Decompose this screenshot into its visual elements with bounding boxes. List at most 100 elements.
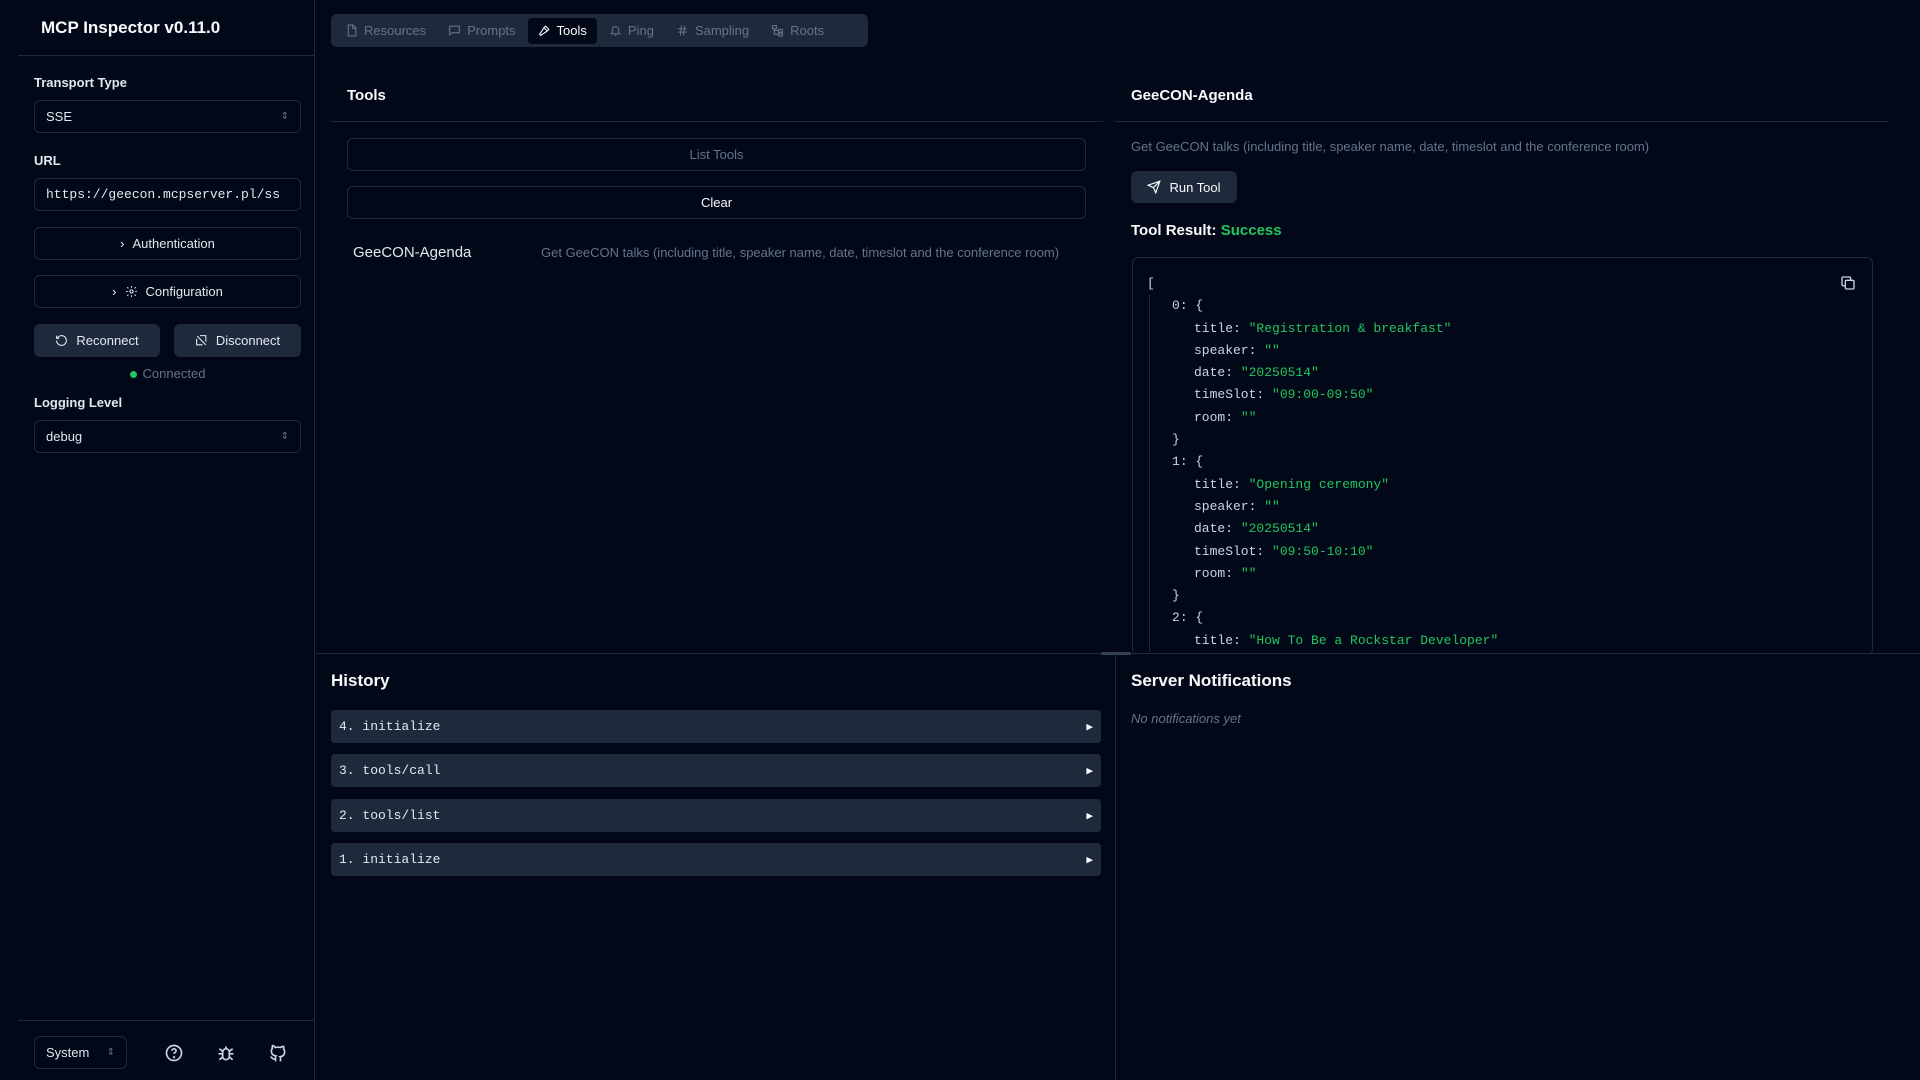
reconnect-label: Reconnect xyxy=(76,333,139,348)
tab-label: Prompts xyxy=(467,23,516,38)
disconnect-label: Disconnect xyxy=(215,333,281,348)
history-entry[interactable]: 3. tools/call ▶ xyxy=(331,754,1101,787)
result-label-text: Tool Result: xyxy=(1131,222,1217,239)
sidebar: MCP Inspector v0.11.0 Transport Type SSE… xyxy=(18,0,315,1080)
json-item: 2: { xyxy=(1149,607,1498,630)
history-entry[interactable]: 1. initialize ▶ xyxy=(331,843,1101,876)
chevron-up-down-icon: ⇕ xyxy=(106,1047,115,1058)
history-entry-label: 4. initialize xyxy=(339,719,441,734)
tool-description: Get GeeCON talks (including title, speak… xyxy=(541,245,1060,260)
tab-label: Sampling xyxy=(694,23,750,38)
copy-icon[interactable] xyxy=(1840,275,1856,291)
list-tools-button[interactable]: List Tools xyxy=(347,138,1086,171)
send-icon xyxy=(1147,180,1162,194)
hammer-icon xyxy=(538,25,550,37)
tab-label: Roots xyxy=(790,23,825,38)
github-icon[interactable] xyxy=(268,1043,288,1063)
json-bracket: } xyxy=(1149,585,1498,608)
notifications-empty-text: No notifications yet xyxy=(1131,711,1241,726)
tab-label: Resources xyxy=(364,23,427,38)
divider xyxy=(18,1020,315,1021)
transport-type-label: Transport Type xyxy=(34,75,127,90)
file-icon xyxy=(347,24,357,37)
tab-sampling[interactable]: Sampling xyxy=(666,18,759,44)
json-field: timeSlot: "09:00-09:50" xyxy=(1149,384,1498,407)
url-input[interactable]: https://geecon.mcpserver.pl/ss xyxy=(34,178,301,211)
resize-handle[interactable] xyxy=(1101,652,1131,655)
tools-panel-title: Tools xyxy=(347,87,386,104)
tab-prompts[interactable]: Prompts xyxy=(438,18,525,44)
theme-select[interactable]: System ⇕ xyxy=(34,1036,127,1069)
hash-icon xyxy=(678,25,687,36)
tab-resources[interactable]: Resources xyxy=(335,18,436,44)
divider xyxy=(1115,121,1888,122)
run-tool-label: Run Tool xyxy=(1169,179,1221,195)
connection-status: Connected xyxy=(34,366,301,381)
json-field: title: "Opening ceremony" xyxy=(1149,473,1498,496)
json-field: speaker: "" xyxy=(1149,339,1498,363)
folder-tree-icon xyxy=(772,25,784,37)
tool-name: GeeCON-Agenda xyxy=(353,244,472,261)
result-status: Success xyxy=(1220,222,1282,239)
clear-button[interactable]: Clear xyxy=(347,186,1086,219)
chevron-right-icon: › xyxy=(120,236,125,251)
tab-label: Tools xyxy=(556,23,587,38)
tab-bar: Resources Prompts Tools Ping Sampling Ro… xyxy=(331,14,868,47)
tool-detail-description: Get GeeCON talks (including title, speak… xyxy=(1131,139,1650,154)
disconnect-icon xyxy=(195,335,207,346)
json-field: room: "" xyxy=(1149,562,1498,586)
json-field: title: "Registration & breakfast" xyxy=(1149,317,1498,340)
server-notifications-title: Server Notifications xyxy=(1131,671,1292,690)
tab-tools[interactable]: Tools xyxy=(527,17,597,44)
status-text: Connected xyxy=(142,366,206,381)
history-entry[interactable]: 4. initialize ▶ xyxy=(331,710,1101,743)
logging-level-value: debug xyxy=(46,429,83,444)
url-label: URL xyxy=(34,153,61,168)
gear-icon xyxy=(125,286,137,297)
expand-arrow-icon: ▶ xyxy=(1086,721,1093,734)
reconnect-button[interactable]: Reconnect xyxy=(34,324,160,357)
history-entry-label: 3. tools/call xyxy=(339,763,441,778)
configuration-label: Configuration xyxy=(145,284,223,299)
message-icon xyxy=(449,25,461,36)
transport-type-value: SSE xyxy=(46,109,73,124)
history-entry-label: 1. initialize xyxy=(339,852,441,867)
history-entry-label: 2. tools/list xyxy=(339,808,441,823)
status-dot xyxy=(129,371,137,379)
tool-detail-title: GeeCON-Agenda xyxy=(1131,87,1253,104)
json-field: timeSlot: "09:50-10:10" xyxy=(1149,540,1498,563)
transport-type-select[interactable]: SSE ⇕ xyxy=(34,100,301,133)
chevron-up-down-icon: ⇕ xyxy=(280,110,289,122)
app-title: MCP Inspector v0.11.0 xyxy=(41,18,221,37)
bell-icon xyxy=(609,26,622,36)
disconnect-button[interactable]: Disconnect xyxy=(174,324,301,357)
tab-label: Ping xyxy=(627,23,654,38)
divider xyxy=(18,55,315,56)
json-bracket: [ xyxy=(1147,276,1155,291)
json-field: speaker: "" xyxy=(1149,495,1498,519)
tab-ping[interactable]: Ping xyxy=(599,18,664,44)
authentication-toggle[interactable]: › Authentication xyxy=(34,227,301,260)
json-item: 1: { xyxy=(1149,451,1498,474)
json-field: room: "" xyxy=(1149,406,1498,430)
logging-level-label: Logging Level xyxy=(34,395,123,410)
authentication-label: Authentication xyxy=(132,236,215,251)
tool-result-label: Tool Result: Success xyxy=(1131,222,1282,239)
history-title: History xyxy=(331,671,390,690)
json-viewer: [ 0: { title: "Registration & breakfast"… xyxy=(1147,273,1498,653)
expand-arrow-icon: ▶ xyxy=(1086,854,1093,867)
tab-roots[interactable]: Roots xyxy=(761,18,834,44)
json-field: title: "How To Be a Rockstar Developer" xyxy=(1149,629,1498,653)
json-bracket: } xyxy=(1149,429,1498,452)
bug-icon[interactable] xyxy=(216,1043,236,1063)
logging-level-select[interactable]: debug ⇕ xyxy=(34,420,301,453)
theme-value: System xyxy=(46,1045,90,1060)
expand-arrow-icon: ▶ xyxy=(1086,765,1093,778)
tool-result-box[interactable]: [ 0: { title: "Registration & breakfast"… xyxy=(1132,257,1873,655)
configuration-toggle[interactable]: › Configuration xyxy=(34,275,301,308)
history-entry[interactable]: 2. tools/list ▶ xyxy=(331,799,1101,832)
json-field: date: "20250514" xyxy=(1149,362,1498,385)
run-tool-button[interactable]: Run Tool xyxy=(1131,171,1237,203)
help-icon[interactable] xyxy=(164,1043,184,1063)
divider xyxy=(331,121,1103,122)
